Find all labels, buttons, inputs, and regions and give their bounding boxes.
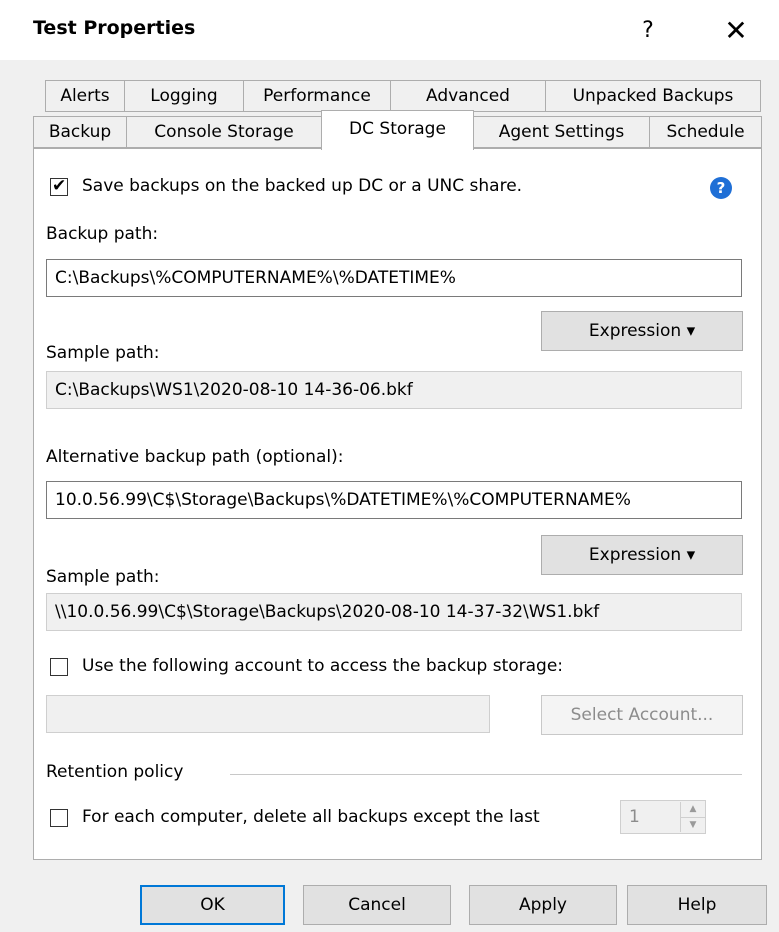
use-account-checkbox[interactable]: [50, 658, 68, 676]
retention-checkbox-label: For each computer, delete all backups ex…: [82, 807, 540, 827]
expression-button-1[interactable]: Expression ▾: [541, 311, 743, 351]
dc-storage-panel: ✔ Save backups on the backed up DC or a …: [33, 148, 762, 860]
cancel-button[interactable]: Cancel: [303, 885, 451, 925]
help-circle-icon[interactable]: ?: [710, 177, 732, 199]
alt-backup-path-input[interactable]: 10.0.56.99\C$\Storage\Backups\%DATETIME%…: [46, 481, 742, 519]
stepper-down-icon[interactable]: ▼: [681, 817, 705, 833]
alt-sample-path-label: Sample path:: [46, 567, 160, 587]
account-field[interactable]: [46, 695, 490, 733]
tab-unpacked-backups[interactable]: Unpacked Backups: [545, 80, 761, 112]
apply-button[interactable]: Apply: [469, 885, 617, 925]
backup-path-label: Backup path:: [46, 224, 159, 244]
tab-advanced[interactable]: Advanced: [390, 80, 546, 112]
help-button[interactable]: Help: [627, 885, 767, 925]
close-button[interactable]: ✕: [714, 10, 758, 50]
select-account-button[interactable]: Select Account...: [541, 695, 743, 735]
ok-button[interactable]: OK: [140, 885, 285, 925]
retention-checkbox[interactable]: [50, 809, 68, 827]
tab-alerts[interactable]: Alerts: [45, 80, 125, 112]
alt-sample-path-value: \\10.0.56.99\C$\Storage\Backups\2020-08-…: [46, 593, 742, 631]
tab-performance[interactable]: Performance: [243, 80, 391, 112]
expression-button-2[interactable]: Expression ▾: [541, 535, 743, 575]
tab-logging[interactable]: Logging: [124, 80, 244, 112]
tab-dc-storage[interactable]: DC Storage: [321, 110, 474, 150]
stepper-up-icon[interactable]: ▲: [681, 802, 705, 817]
retention-separator: [230, 774, 742, 775]
title-bar: Test Properties ? ✕: [0, 0, 779, 60]
retention-policy-label: Retention policy: [46, 762, 184, 782]
backup-path-input[interactable]: C:\Backups\%COMPUTERNAME%\%DATETIME%: [46, 259, 742, 297]
alt-backup-path-label: Alternative backup path (optional):: [46, 447, 344, 467]
window-title: Test Properties: [33, 17, 196, 39]
sample-path-value: C:\Backups\WS1\2020-08-10 14-36-06.bkf: [46, 371, 742, 409]
tab-agent-settings[interactable]: Agent Settings: [473, 116, 650, 148]
title-help-button[interactable]: ?: [626, 10, 670, 50]
save-backups-checkbox[interactable]: ✔: [50, 176, 68, 196]
sample-path-label: Sample path:: [46, 343, 160, 363]
checkmark-icon: ✔: [52, 176, 67, 196]
tab-console-storage[interactable]: Console Storage: [126, 116, 322, 148]
save-backups-label: Save backups on the backed up DC or a UN…: [82, 176, 523, 196]
stepper-arrows[interactable]: ▲ ▼: [680, 802, 705, 832]
tab-schedule[interactable]: Schedule: [649, 116, 762, 148]
use-account-label: Use the following account to access the …: [82, 656, 564, 676]
tab-backup[interactable]: Backup: [33, 116, 127, 148]
